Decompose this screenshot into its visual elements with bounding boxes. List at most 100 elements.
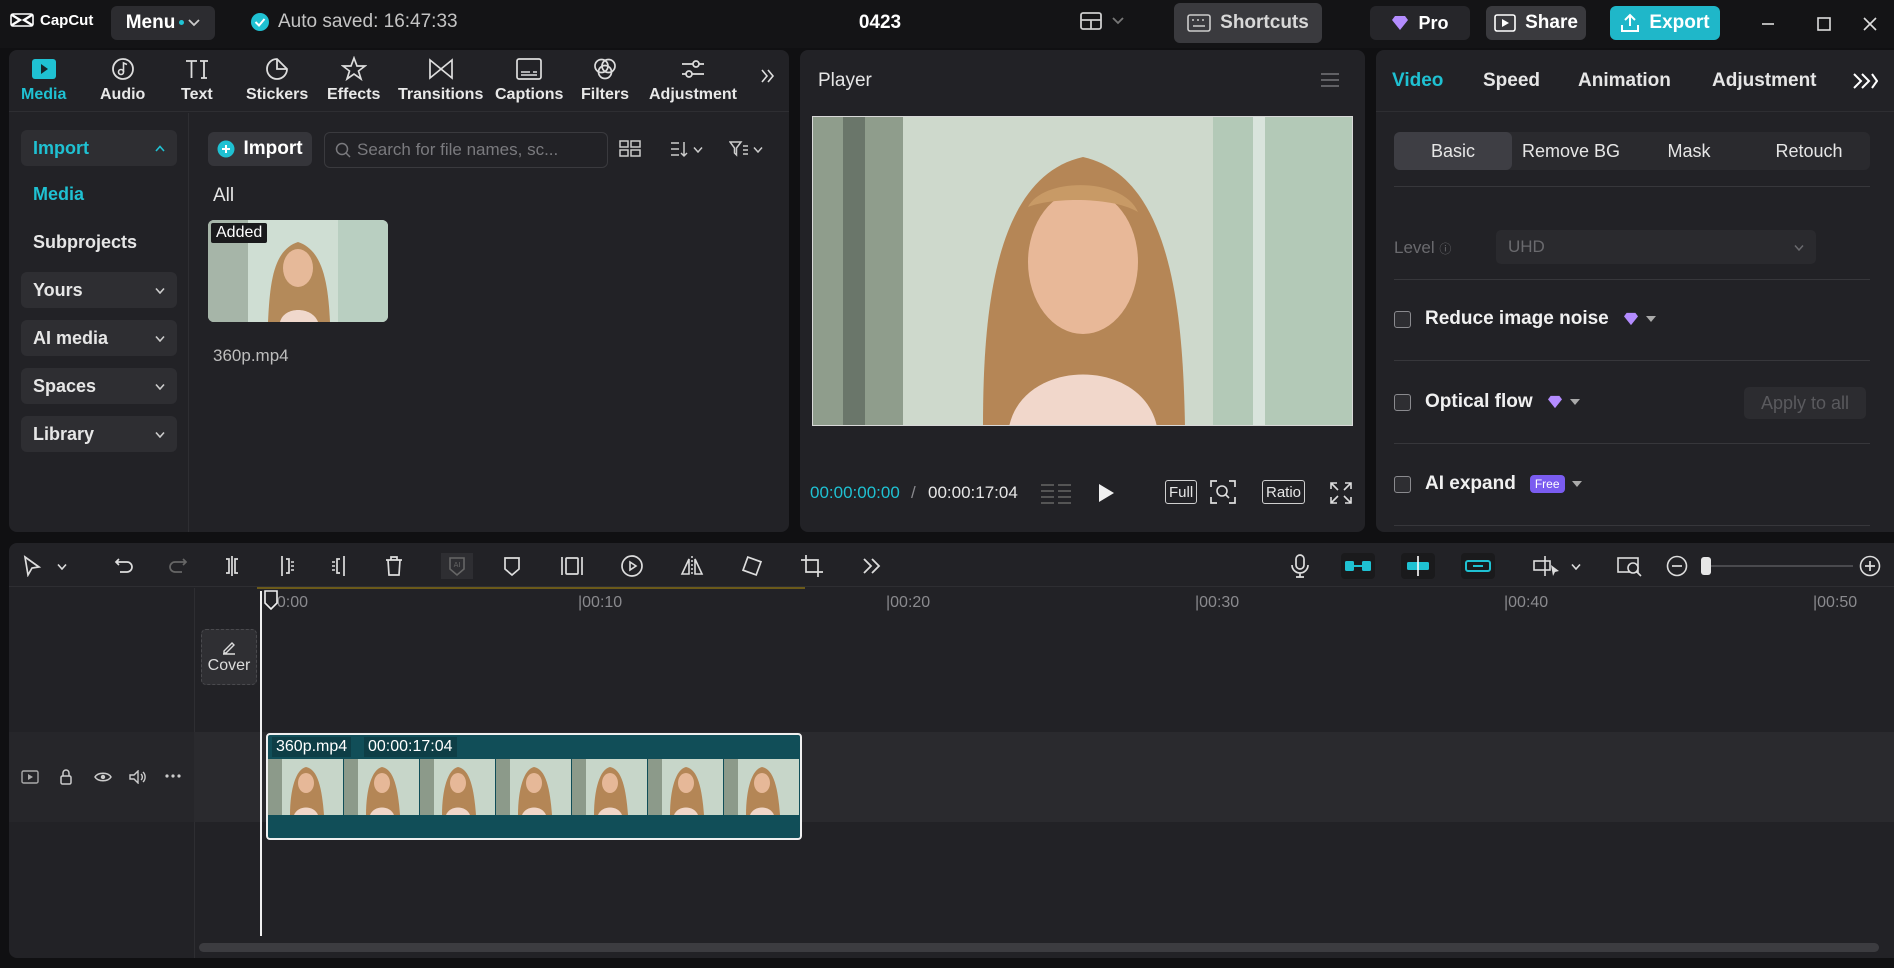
tab-filters[interactable]: Filters <box>581 56 629 104</box>
sort-icon <box>671 142 688 158</box>
import-button[interactable]: Import <box>208 132 312 166</box>
ai-marker-button[interactable]: AI <box>441 553 473 579</box>
tab-effects[interactable]: Effects <box>327 56 380 104</box>
sidebar-item-subprojects[interactable]: Subprojects <box>21 224 177 260</box>
tab-audio[interactable]: Audio <box>100 56 145 104</box>
tab-text[interactable]: Text <box>181 56 213 104</box>
freeze-button[interactable] <box>559 553 585 579</box>
subtab-retouch[interactable]: Retouch <box>1748 132 1870 170</box>
tab-stickers[interactable]: Stickers <box>246 56 308 104</box>
redo-button[interactable] <box>165 553 191 579</box>
pro-button[interactable]: Pro <box>1370 6 1470 40</box>
trim-right-button[interactable] <box>327 553 353 579</box>
caret-down-icon[interactable] <box>1571 480 1583 488</box>
play-button[interactable] <box>1096 482 1116 504</box>
playhead-handle[interactable] <box>264 590 278 610</box>
track-lock-button[interactable] <box>59 769 73 785</box>
filter-button[interactable] <box>729 140 763 158</box>
microphone-button[interactable] <box>1287 553 1313 579</box>
mirror-button[interactable] <box>679 553 705 579</box>
subtab-remove-bg[interactable]: Remove BG <box>1512 132 1630 170</box>
tab-adjustment[interactable]: Adjustment <box>649 56 737 104</box>
optical-flow-checkbox[interactable] <box>1394 393 1411 411</box>
shortcuts-button[interactable]: Shortcuts <box>1174 3 1322 43</box>
tab-speed[interactable]: Speed <box>1483 70 1540 92</box>
sidebar-item-library[interactable]: Library <box>21 416 177 452</box>
select-tool-dropdown[interactable] <box>55 553 69 579</box>
caret-down-icon[interactable] <box>1645 315 1657 323</box>
auto-snap-button[interactable] <box>1401 553 1435 579</box>
trim-left-button[interactable] <box>273 553 299 579</box>
cover-button[interactable]: Cover <box>201 629 257 685</box>
layout-button[interactable] <box>1080 12 1124 30</box>
sidebar-item-import[interactable]: Import <box>21 130 177 166</box>
track-video-toggle[interactable] <box>21 770 39 784</box>
reduce-noise-checkbox[interactable] <box>1394 310 1411 328</box>
sidebar-item-ai-media[interactable]: AI media <box>21 320 177 356</box>
sort-button[interactable] <box>669 140 703 158</box>
more-tabs-button[interactable] <box>759 68 775 84</box>
player-menu-button[interactable] <box>1320 72 1340 88</box>
menu-button[interactable]: Menu <box>111 6 215 40</box>
zoom-in-button[interactable] <box>1857 553 1883 579</box>
tab-animation[interactable]: Animation <box>1578 70 1671 92</box>
split-button[interactable] <box>219 553 245 579</box>
track-audio-button[interactable] <box>129 770 147 784</box>
maximize-button[interactable] <box>1812 12 1836 36</box>
close-button[interactable] <box>1858 12 1882 36</box>
delete-button[interactable] <box>381 553 407 579</box>
subtab-basic[interactable]: Basic <box>1394 132 1512 170</box>
caret-down-icon[interactable] <box>1569 398 1581 406</box>
zoom-fit-button[interactable] <box>1210 480 1236 504</box>
ai-expand-checkbox[interactable] <box>1394 475 1411 493</box>
tab-video[interactable]: Video <box>1392 70 1443 92</box>
tab-transitions[interactable]: Transitions <box>398 56 483 104</box>
timeline-scrollbar[interactable] <box>199 943 1879 952</box>
track-more-button[interactable] <box>165 774 181 778</box>
select-tool-button[interactable] <box>19 553 45 579</box>
ratio-button[interactable]: Ratio <box>1262 480 1306 504</box>
full-quality-button[interactable]: Full <box>1165 480 1198 504</box>
preview-axis-button[interactable] <box>1525 553 1571 579</box>
zoom-to-fit-button[interactable] <box>1617 553 1643 579</box>
minimize-button[interactable] <box>1756 12 1780 36</box>
video-track-icon <box>21 770 39 784</box>
grid-view-button[interactable] <box>619 140 641 158</box>
tab-captions[interactable]: Captions <box>495 56 563 104</box>
chevron-down-icon <box>1571 563 1581 570</box>
sidebar-item-spaces[interactable]: Spaces <box>21 368 177 404</box>
main-track-magnet-button[interactable] <box>1341 553 1375 579</box>
zoom-slider[interactable] <box>1701 565 1853 567</box>
apply-to-all-button[interactable]: Apply to all <box>1744 387 1866 419</box>
more-props-tabs-button[interactable] <box>1852 72 1878 90</box>
level-select[interactable]: UHD <box>1496 230 1816 264</box>
reverse-button[interactable] <box>619 553 645 579</box>
undo-button[interactable] <box>111 553 137 579</box>
more-tools-button[interactable] <box>859 553 885 579</box>
grid-view-icon <box>619 140 641 157</box>
divider <box>1394 186 1870 187</box>
sidebar-item-media[interactable]: Media <box>21 176 177 212</box>
playhead[interactable] <box>260 591 262 936</box>
track-visibility-button[interactable] <box>94 771 112 783</box>
crop-button[interactable] <box>799 553 825 579</box>
timecode-separator: / <box>911 483 916 502</box>
rotate-button[interactable] <box>739 553 765 579</box>
preview-axis-dropdown[interactable] <box>1569 553 1583 579</box>
tab-media[interactable]: Media <box>21 56 66 104</box>
share-button[interactable]: Share <box>1486 6 1586 40</box>
undo-icon <box>114 558 133 573</box>
sidebar-item-yours[interactable]: Yours <box>21 272 177 308</box>
zoom-out-button[interactable] <box>1664 553 1690 579</box>
media-thumbnail[interactable]: Added <box>208 220 388 322</box>
export-button[interactable]: Export <box>1610 6 1720 40</box>
zoom-slider-handle[interactable] <box>1701 557 1711 575</box>
subtab-mask[interactable]: Mask <box>1630 132 1748 170</box>
marker-button[interactable] <box>499 553 525 579</box>
fullscreen-button[interactable] <box>1330 482 1352 504</box>
video-clip[interactable]: 360p.mp4 00:00:17:04 <box>266 733 802 840</box>
tab-adjustment-props[interactable]: Adjustment <box>1712 70 1817 92</box>
search-input[interactable]: Search for file names, sc... <box>324 132 608 168</box>
linkage-button[interactable] <box>1461 553 1495 579</box>
video-viewport[interactable] <box>812 116 1353 426</box>
